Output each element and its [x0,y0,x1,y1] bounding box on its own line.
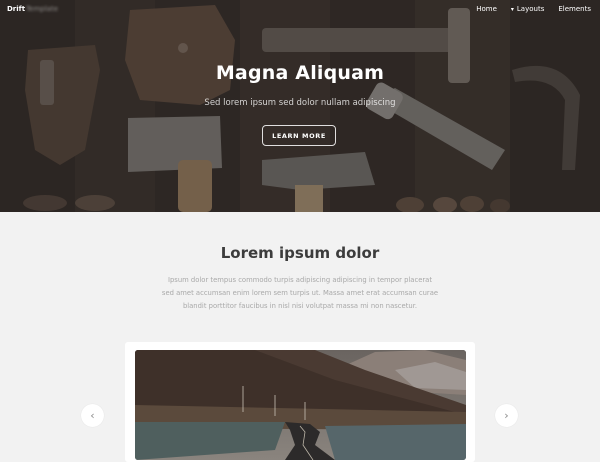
nav-item-layouts[interactable]: ▾ Layouts [511,5,544,13]
description-line: sed amet accumsan enim lorem sem turpis … [161,289,439,297]
nav-item-home[interactable]: Home [476,5,497,13]
description-line: blandit porttitor faucibus in nisl nisi … [182,302,418,310]
description-line: Ipsum dolor tempus commodo turpis adipis… [167,276,433,284]
nav-item-label: Layouts [516,5,545,13]
slider-prev-button[interactable]: ‹ [81,404,104,427]
nav-item-label: Elements [558,5,591,13]
section-title: Lorem ipsum dolor [220,244,380,262]
brand-name-obscured: Template [26,5,59,13]
brand-name: Drift [7,5,26,13]
section-description: Ipsum dolor tempus commodo turpis adipis… [160,274,440,313]
hero-title: Magna Aliquam [215,62,385,84]
top-navbar: DriftTemplate Home ▾ Layouts Elements [0,0,600,20]
hero-subtitle: Sed lorem ipsum sed dolor nullam adipisc… [204,98,396,108]
landscape-photo [135,350,466,460]
chevron-down-icon: ▾ [510,6,514,13]
chevron-left-icon: ‹ [90,409,95,422]
nav-item-label: Home [476,5,497,13]
learn-more-button[interactable]: LEARN MORE [262,125,336,146]
chevron-right-icon: › [504,409,509,422]
slider-next-button[interactable]: › [495,404,518,427]
brand-logo[interactable]: DriftTemplate [7,5,58,13]
hero-banner: DriftTemplate Home ▾ Layouts Elements Mag… [0,0,600,212]
nav-item-elements[interactable]: Elements [558,5,591,13]
slide-image-landscape [135,350,466,460]
nav-menu: Home ▾ Layouts Elements [462,5,591,13]
